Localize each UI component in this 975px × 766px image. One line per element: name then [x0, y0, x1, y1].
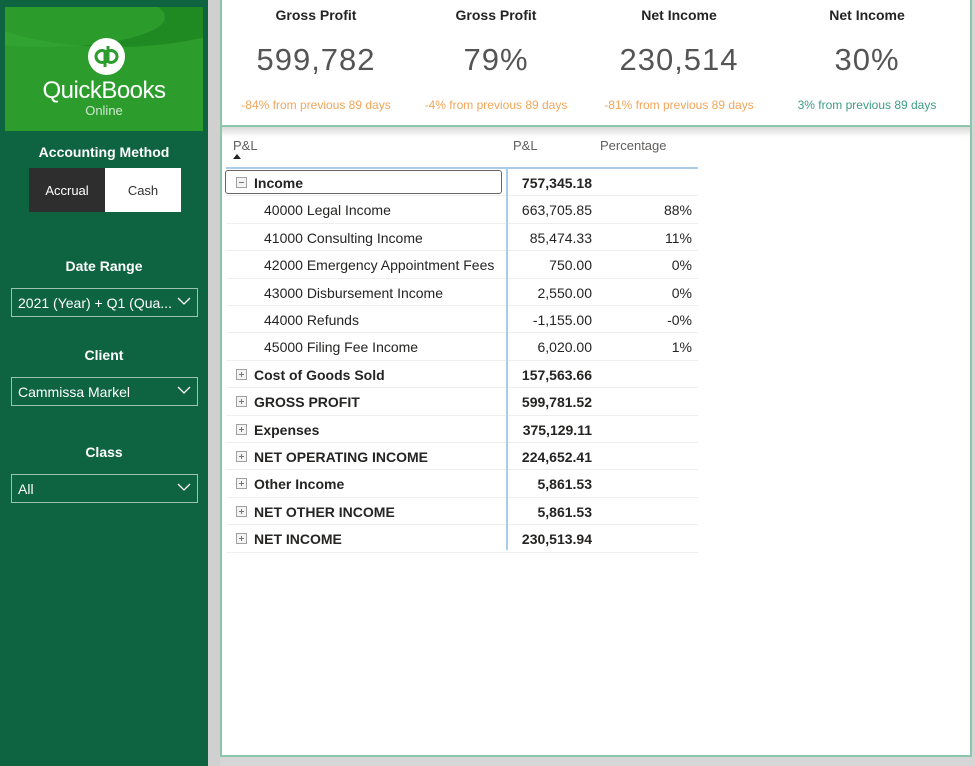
cash-toggle-button[interactable]: Cash	[105, 168, 181, 212]
row-amount: 2,550.00	[537, 284, 593, 301]
row-amount: 5,861.53	[537, 503, 593, 520]
row-label: Other Income	[254, 476, 345, 493]
expand-icon[interactable]	[236, 533, 247, 545]
row-amount: 375,129.11	[522, 421, 592, 438]
row-label: NET OPERATING INCOME	[254, 449, 428, 465]
row-amount: 85,474.33	[529, 229, 592, 246]
panel-gutter	[208, 0, 220, 766]
table-row[interactable]: 43000 Disbursement Income 2,550.00 0%	[226, 279, 698, 306]
row-percentage: 11%	[665, 229, 692, 246]
row-label: NET INCOME	[254, 531, 342, 548]
class-value: All	[18, 480, 34, 497]
table-row[interactable]: 44000 Refunds -1,155.00 -0%	[226, 306, 698, 334]
date-range-dropdown[interactable]: 2021 (Year) + Q1 (Qua...	[11, 288, 198, 317]
row-label: Cost of Goods Sold	[254, 366, 385, 383]
table-row[interactable]: NET OPERATING INCOME 224,652.41	[226, 443, 698, 471]
table-row[interactable]: 41000 Consulting Income 85,474.33 11%	[226, 224, 698, 252]
row-amount: 663,705.85	[521, 202, 592, 219]
quickbooks-logo: QuickBooks Online	[5, 7, 203, 131]
table-row[interactable]: 45000 Filing Fee Income 6,020.00 1%	[226, 333, 698, 361]
row-label: 43000 Disbursement Income	[264, 284, 443, 301]
client-label: Client	[84, 347, 124, 363]
table-row[interactable]: NET INCOME 230,513.94	[226, 525, 698, 553]
row-percentage: 1%	[671, 339, 692, 356]
kpi-value: 79%	[463, 42, 529, 77]
table-row[interactable]: Other Income 5,861.53	[226, 470, 698, 498]
row-amount: 599,781.52	[521, 394, 592, 411]
kpi-delta: -81% from previous 89 days	[604, 98, 754, 112]
sidebar: QuickBooks Online Accounting Method Accr…	[0, 0, 208, 766]
date-range-value: 2021 (Year) + Q1 (Qua...	[18, 294, 172, 311]
expand-icon[interactable]	[236, 451, 247, 462]
column-header-pl-amount[interactable]: P&L	[513, 138, 538, 153]
class-label: Class	[85, 444, 123, 460]
row-amount: 6,020.00	[537, 339, 593, 356]
client-dropdown[interactable]: Cammissa Markel	[11, 377, 198, 406]
table-row[interactable]: Expenses 375,129.11	[226, 416, 698, 443]
row-label: NET OTHER INCOME	[254, 503, 395, 520]
column-header-pl-label[interactable]: P&L	[233, 138, 258, 153]
kpi-panel: Gross Profit 599,782 -84% from previous …	[220, 0, 972, 127]
row-amount: -1,155.00	[532, 312, 592, 328]
kpi-value: 30%	[834, 42, 900, 77]
qb-logo-icon	[88, 38, 125, 75]
pl-matrix-panel: P&L P&L Percentage Income 757,345.18 40000…	[220, 127, 972, 757]
kpi-delta: -4% from previous 89 days	[424, 98, 568, 112]
row-label: 44000 Refunds	[264, 312, 359, 328]
row-amount: 5,861.53	[537, 476, 593, 493]
table-row[interactable]: GROSS PROFIT 599,781.52	[226, 388, 698, 416]
date-range-label: Date Range	[65, 258, 143, 274]
column-header-percentage[interactable]: Percentage	[600, 138, 667, 153]
chevron-down-icon	[177, 483, 191, 491]
chevron-down-icon	[177, 297, 191, 305]
row-amount: 230,513.94	[521, 531, 592, 548]
class-dropdown[interactable]: All	[11, 474, 198, 503]
row-percentage: 0%	[671, 284, 692, 301]
kpi-title: Gross Profit	[455, 7, 537, 23]
accrual-toggle-button[interactable]: Accrual	[29, 168, 105, 212]
row-label: 45000 Filing Fee Income	[264, 339, 419, 356]
row-amount: 157,563.66	[521, 366, 592, 383]
kpi-value: 230,514	[619, 42, 739, 77]
table-row[interactable]: 42000 Emergency Appointment Fees 750.00 0%	[226, 251, 698, 279]
expand-icon[interactable]	[236, 505, 247, 517]
accounting-method-label: Accounting Method	[38, 144, 170, 160]
row-amount: 757,345.18	[521, 175, 592, 191]
chevron-down-icon	[177, 386, 191, 394]
table-row[interactable]: Cost of Goods Sold 157,563.66	[226, 361, 698, 389]
row-amount: 750.00	[549, 257, 592, 274]
row-label: GROSS PROFIT	[254, 394, 360, 411]
row-percentage: 0%	[671, 257, 692, 274]
expand-icon[interactable]	[236, 396, 247, 408]
logo-sub-text: Online	[85, 103, 123, 118]
kpi-value: 599,782	[256, 42, 376, 77]
table-row[interactable]: 40000 Legal Income 663,705.85 88%	[226, 196, 698, 224]
sort-ascending-icon[interactable]	[233, 154, 241, 159]
expand-icon[interactable]	[236, 368, 247, 380]
row-percentage: -0%	[667, 312, 692, 328]
table-row[interactable]: NET OTHER INCOME 5,861.53	[226, 498, 698, 526]
logo-brand-text: QuickBooks	[42, 77, 166, 104]
row-label: 40000 Legal Income	[264, 202, 391, 219]
expand-icon[interactable]	[236, 478, 247, 490]
row-label: Expenses	[254, 421, 320, 438]
client-value: Cammissa Markel	[18, 383, 131, 400]
kpi-delta: -84% from previous 89 days	[241, 98, 391, 112]
kpi-title: Net Income	[829, 7, 905, 23]
row-percentage: 88%	[663, 202, 692, 219]
row-label: 42000 Emergency Appointment Fees	[264, 257, 495, 274]
kpi-delta: 3% from previous 89 days	[797, 98, 937, 112]
row-label: 41000 Consulting Income	[264, 229, 423, 246]
row-amount: 224,652.41	[521, 449, 592, 465]
expand-icon[interactable]	[236, 423, 247, 435]
focused-cell-outline	[225, 170, 502, 194]
kpi-title: Net Income	[641, 7, 717, 23]
kpi-title: Gross Profit	[275, 7, 357, 23]
